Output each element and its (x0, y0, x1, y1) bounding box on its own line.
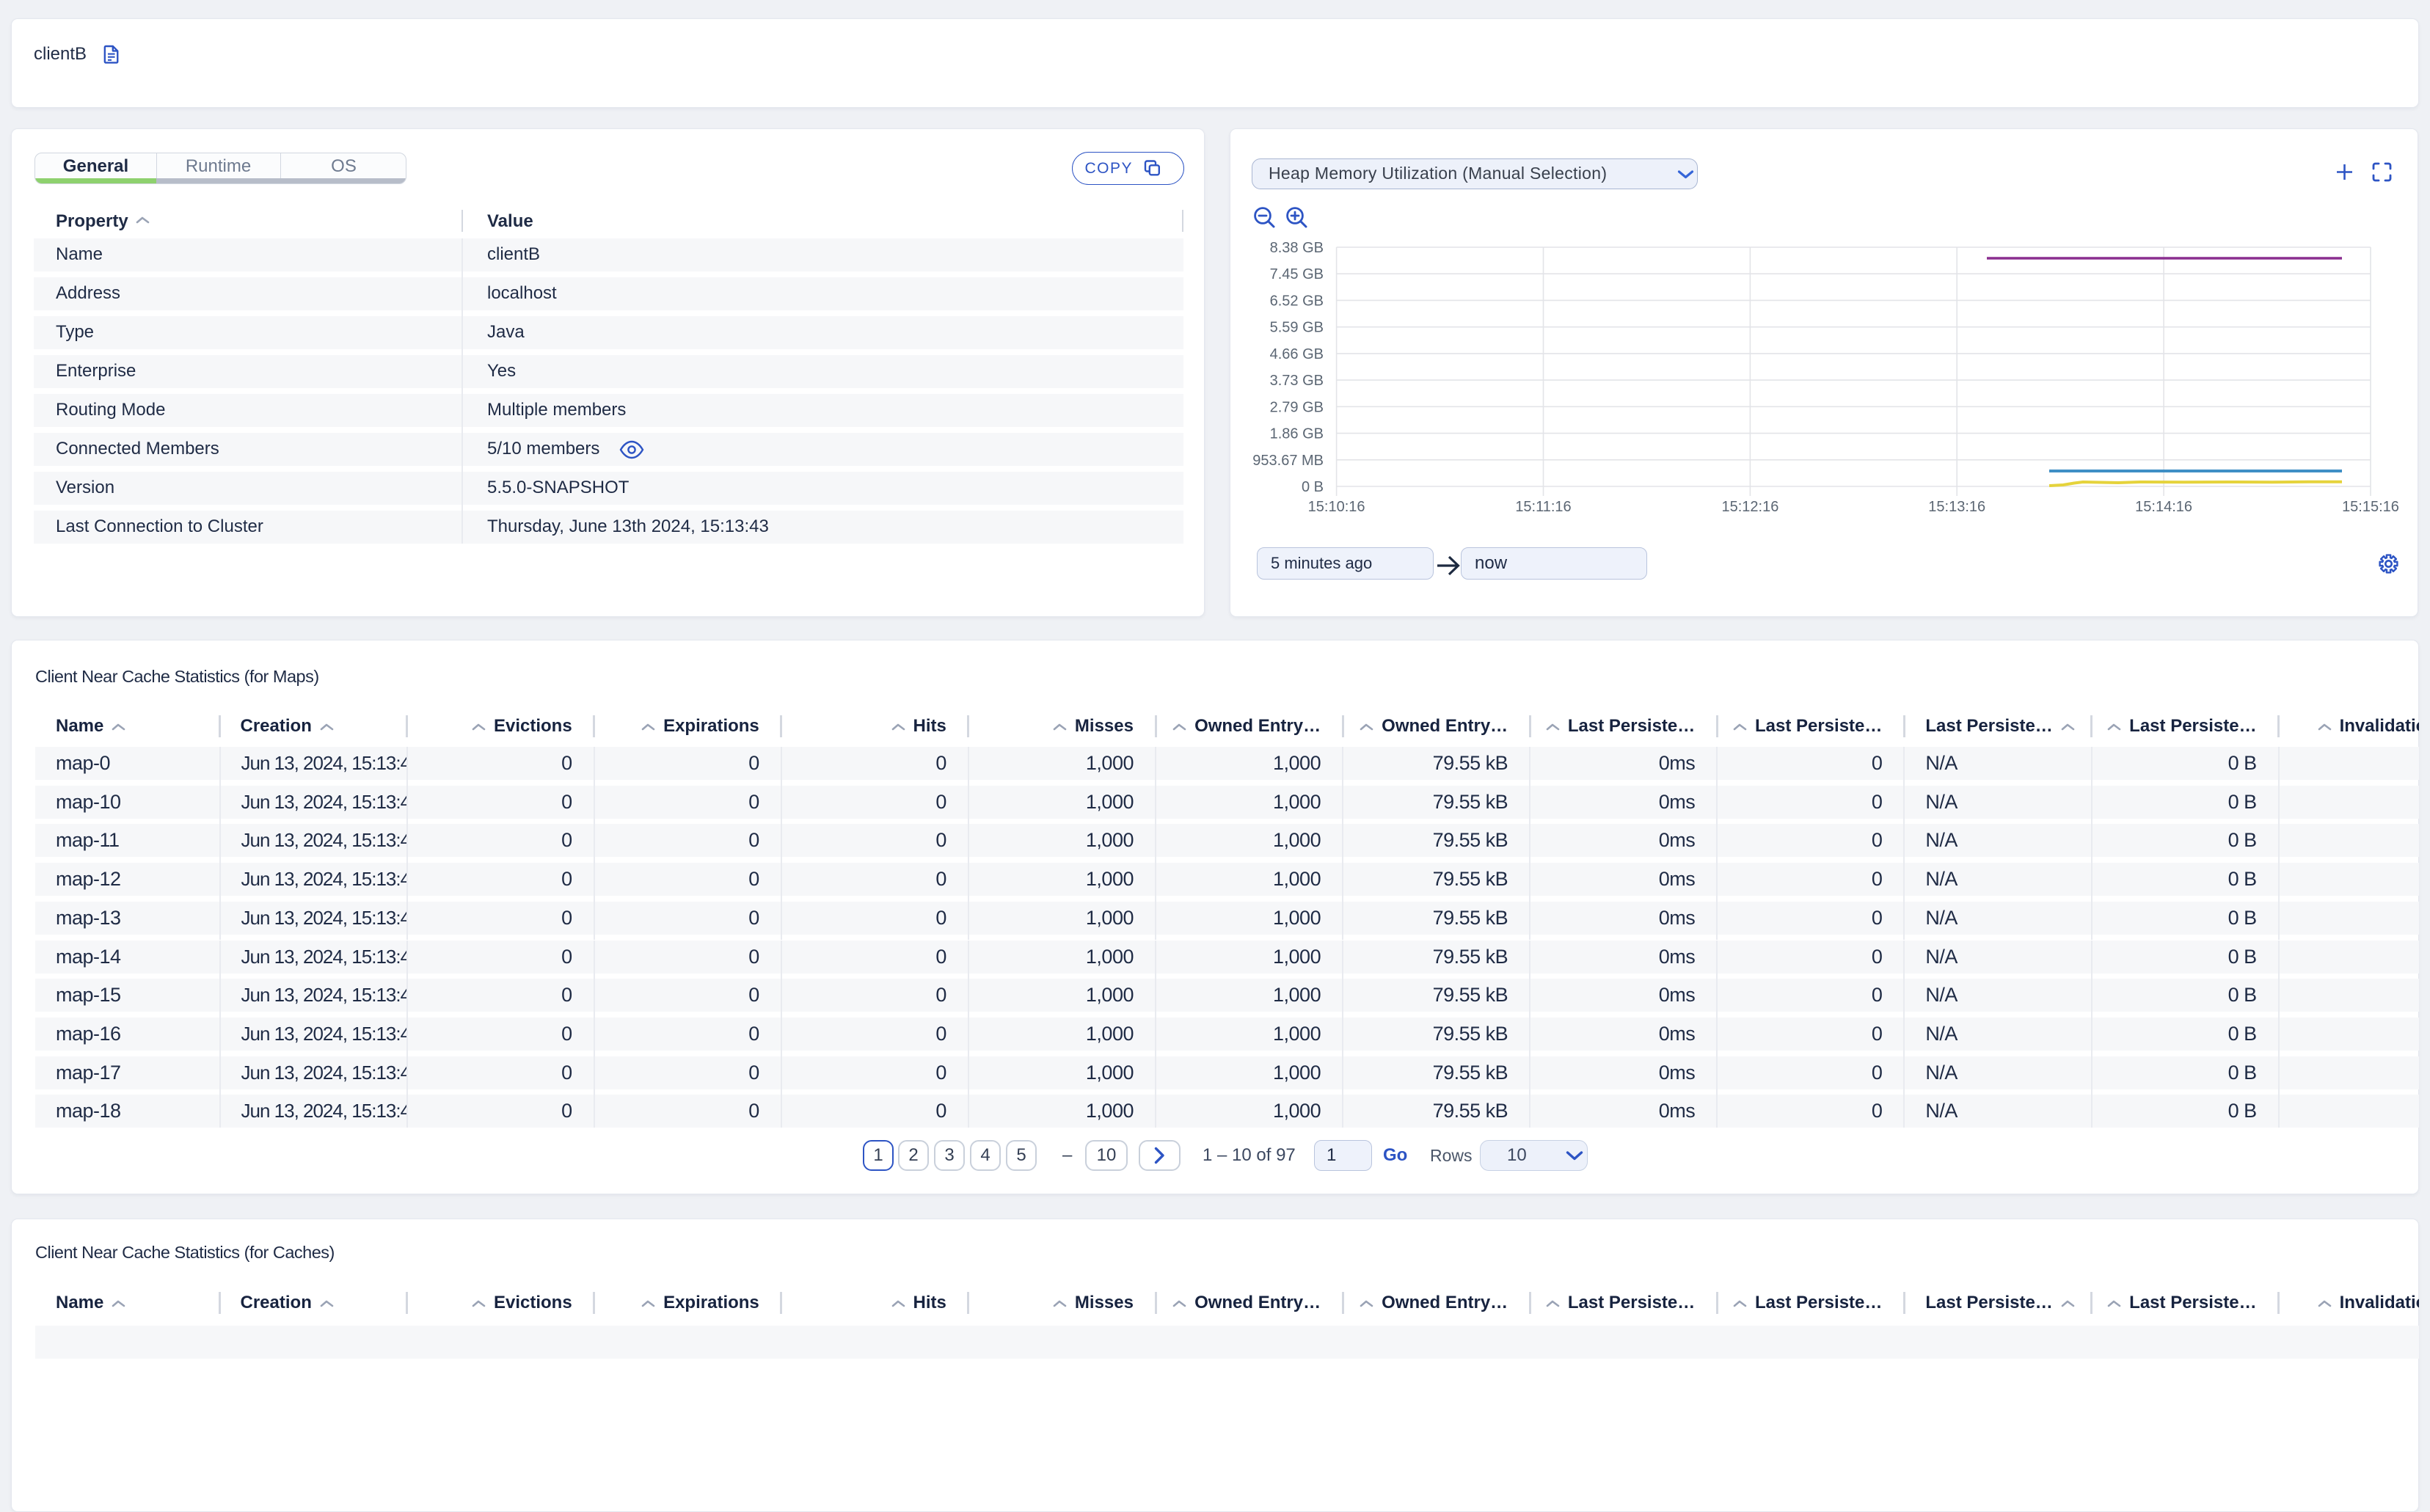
svg-text:5.59 GB: 5.59 GB (1270, 320, 1324, 336)
svg-text:15:11:16: 15:11:16 (1515, 499, 1571, 515)
svg-text:6.52 GB: 6.52 GB (1270, 293, 1324, 309)
svg-text:3.73 GB: 3.73 GB (1270, 373, 1324, 389)
svg-text:8.38 GB: 8.38 GB (1270, 240, 1324, 256)
svg-text:0 B: 0 B (1302, 479, 1324, 495)
svg-text:15:15:16: 15:15:16 (2342, 499, 2399, 515)
svg-text:953.67 MB: 953.67 MB (1252, 453, 1324, 469)
svg-text:15:12:16: 15:12:16 (1721, 499, 1778, 515)
svg-text:15:13:16: 15:13:16 (1928, 499, 1985, 515)
svg-text:15:10:16: 15:10:16 (1308, 499, 1365, 515)
svg-text:2.79 GB: 2.79 GB (1270, 399, 1324, 415)
svg-text:15:14:16: 15:14:16 (2135, 499, 2192, 515)
svg-text:1.86 GB: 1.86 GB (1270, 426, 1324, 442)
svg-text:7.45 GB: 7.45 GB (1270, 266, 1324, 282)
svg-text:4.66 GB: 4.66 GB (1270, 346, 1324, 362)
